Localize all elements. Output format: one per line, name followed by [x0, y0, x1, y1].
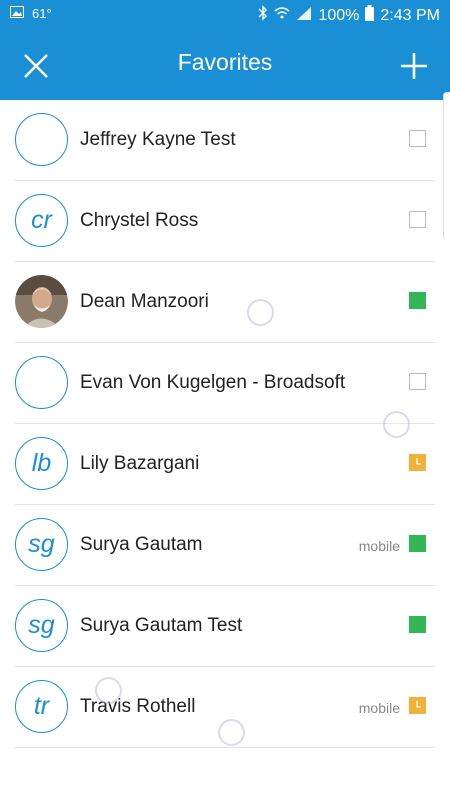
presence-offline-icon — [409, 211, 426, 228]
avatar — [15, 113, 68, 166]
list-item[interactable]: lb Lily Bazargani — [0, 424, 450, 505]
touch-indicator — [95, 677, 122, 704]
presence-available-icon — [409, 535, 426, 552]
signal-icon — [296, 6, 312, 25]
avatar-initials: sg — [28, 611, 55, 639]
avatar: sg — [15, 599, 68, 652]
presence-away-icon — [409, 697, 426, 714]
presence-available-icon — [409, 292, 426, 309]
avatar: sg — [15, 518, 68, 571]
avatar-initials: cr — [31, 206, 52, 234]
presence-away-icon — [409, 454, 426, 471]
contact-name: Chrystel Ross — [80, 210, 199, 231]
temperature-text: 61° — [32, 6, 52, 21]
app-bar: Favorites — [0, 31, 450, 100]
list-item[interactable]: sg Surya Gautam mobile — [0, 505, 450, 586]
contact-name: Surya Gautam — [80, 534, 203, 555]
scrollbar[interactable] — [443, 92, 450, 240]
add-icon — [401, 53, 427, 79]
presence-offline-icon — [409, 373, 426, 390]
list-item[interactable]: cr Chrystel Ross — [0, 181, 450, 262]
list-item[interactable]: Dean Manzoori — [0, 262, 450, 343]
clock-time: 2:43 PM — [380, 6, 440, 24]
contact-name: Dean Manzoori — [80, 291, 209, 312]
presence-offline-icon — [409, 130, 426, 147]
touch-indicator — [247, 299, 274, 326]
list-item[interactable]: sg Surya Gautam Test — [0, 586, 450, 667]
battery-icon — [365, 5, 375, 26]
contact-name: Jeffrey Kayne Test — [80, 129, 236, 150]
avatar: lb — [15, 437, 68, 490]
image-icon — [10, 6, 24, 21]
list-item[interactable]: Evan Von Kugelgen - Broadsoft — [0, 343, 450, 424]
avatar-initials: tr — [33, 692, 50, 720]
battery-percent: 100% — [318, 6, 360, 24]
contact-meta: mobile — [358, 538, 400, 554]
add-favorite-button[interactable] — [396, 48, 432, 84]
contact-meta: mobile — [358, 700, 400, 716]
wifi-icon — [274, 6, 290, 25]
list-item[interactable]: Jeffrey Kayne Test — [0, 100, 450, 181]
page-title: Favorites — [177, 49, 273, 75]
avatar-photo — [15, 275, 68, 328]
contact-name: Lily Bazargani — [80, 453, 200, 474]
avatar-initials: sg — [28, 530, 55, 558]
contact-name: Evan Von Kugelgen - Broadsoft — [80, 372, 346, 393]
status-bar: 61° 100% 2:43 PM — [0, 0, 450, 31]
contact-name: Surya Gautam Test — [80, 615, 243, 636]
divider — [15, 747, 435, 748]
presence-available-icon — [409, 616, 426, 633]
avatar-initials: lb — [31, 449, 52, 477]
avatar — [15, 356, 68, 409]
bluetooth-icon — [258, 5, 268, 26]
avatar: cr — [15, 194, 68, 247]
touch-indicator — [218, 719, 245, 746]
avatar: tr — [15, 680, 68, 733]
touch-indicator — [383, 411, 410, 438]
